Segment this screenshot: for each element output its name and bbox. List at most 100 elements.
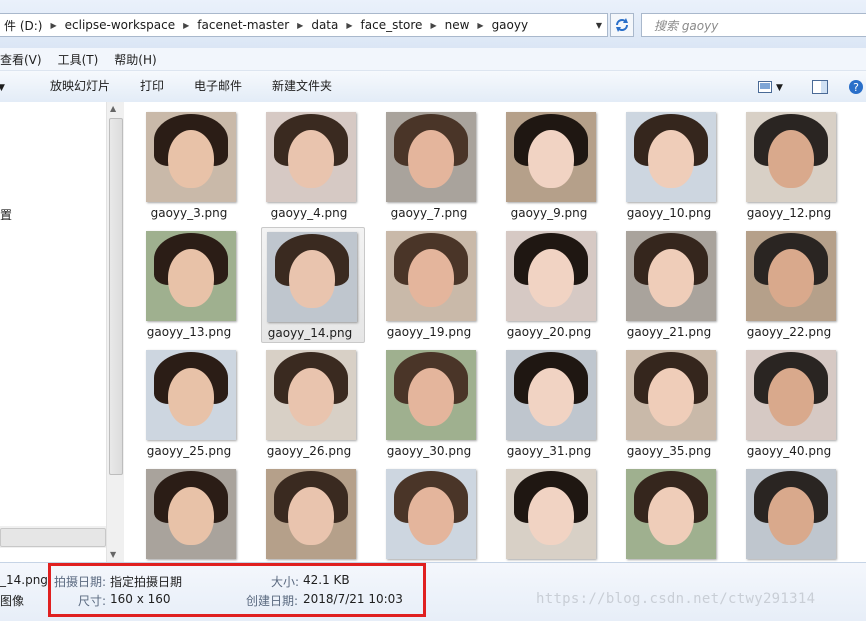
image-thumbnail — [506, 350, 596, 440]
change-view-button[interactable]: ▼ — [758, 71, 783, 102]
command-bar: ▼ 放映幻灯片 打印 电子邮件 新建文件夹 ▼ ? — [0, 71, 866, 103]
photo-face-shape — [768, 487, 814, 545]
file-item[interactable]: gaoyy_35.png — [610, 342, 716, 458]
file-item[interactable]: gaoyy_31.png — [490, 342, 596, 458]
file-name-label: gaoyy_21.png — [626, 325, 712, 339]
image-thumbnail — [626, 112, 716, 202]
chevron-right-icon[interactable]: ▶ — [426, 21, 440, 30]
image-thumbnail — [506, 469, 596, 559]
chevron-right-icon[interactable]: ▶ — [342, 21, 356, 30]
search-input[interactable]: 搜索 gaoyy — [641, 13, 866, 37]
file-item[interactable]: gaoyy_4.png — [250, 104, 356, 220]
scroll-thumb[interactable] — [0, 528, 106, 547]
photo-face-shape — [168, 368, 214, 426]
file-item[interactable]: gaoyy_10.png — [610, 104, 716, 220]
breadcrumb-new[interactable]: new — [441, 18, 474, 32]
file-item[interactable]: gaoyy_9.png — [490, 104, 596, 220]
image-thumbnail — [506, 231, 596, 321]
scroll-up-icon[interactable]: ▲ — [110, 104, 116, 113]
file-item[interactable]: gaoyy_14.png — [261, 227, 365, 343]
photo-face-shape — [648, 487, 694, 545]
file-name-label: gaoyy_10.png — [626, 206, 712, 220]
menu-tools[interactable]: 工具(T) — [50, 51, 107, 68]
breadcrumb-gaoyy[interactable]: gaoyy — [488, 18, 533, 32]
photo-face-shape — [768, 249, 814, 307]
file-item[interactable] — [250, 461, 356, 562]
file-item[interactable] — [730, 461, 836, 562]
file-item[interactable] — [130, 461, 236, 562]
file-item[interactable]: gaoyy_20.png — [490, 223, 596, 339]
file-item[interactable]: gaoyy_3.png — [130, 104, 236, 220]
file-item[interactable]: gaoyy_21.png — [610, 223, 716, 339]
photo-face-shape — [528, 368, 574, 426]
chevron-right-icon[interactable]: ▶ — [293, 21, 307, 30]
file-item[interactable] — [490, 461, 596, 562]
file-item[interactable] — [370, 461, 476, 562]
email-button[interactable]: 电子邮件 — [194, 71, 242, 102]
horizontal-scrollbar[interactable] — [0, 526, 106, 548]
image-thumbnail — [746, 231, 836, 321]
scroll-thumb[interactable] — [109, 118, 123, 475]
file-name-label: gaoyy_40.png — [746, 444, 832, 458]
image-thumbnail — [506, 112, 596, 202]
file-item[interactable]: gaoyy_30.png — [370, 342, 476, 458]
file-item[interactable]: gaoyy_25.png — [130, 342, 236, 458]
file-name-label: gaoyy_14.png — [267, 326, 353, 340]
file-item[interactable]: gaoyy_7.png — [370, 104, 476, 220]
image-thumbnail — [626, 469, 716, 559]
file-item[interactable]: gaoyy_26.png — [250, 342, 356, 458]
chevron-right-icon[interactable]: ▶ — [179, 21, 193, 30]
refresh-button[interactable] — [610, 13, 634, 37]
print-button[interactable]: 打印 — [140, 71, 164, 102]
photo-face-shape — [768, 130, 814, 188]
organize-dropdown[interactable]: ▼ — [0, 71, 5, 102]
file-item[interactable] — [610, 461, 716, 562]
new-folder-button[interactable]: 新建文件夹 — [272, 71, 332, 102]
vertical-scrollbar[interactable]: ▲ ▼ — [106, 102, 124, 562]
file-item[interactable]: gaoyy_19.png — [370, 223, 476, 339]
slideshow-button[interactable]: 放映幻灯片 — [50, 71, 110, 102]
file-name-label: gaoyy_12.png — [746, 206, 832, 220]
file-name-label: gaoyy_31.png — [506, 444, 592, 458]
file-name-label: gaoyy_26.png — [266, 444, 352, 458]
svg-text:?: ? — [853, 81, 859, 94]
menu-bar: 查看(V) 工具(T) 帮助(H) — [0, 48, 866, 71]
file-item[interactable]: gaoyy_13.png — [130, 223, 236, 339]
photo-face-shape — [648, 130, 694, 188]
chevron-down-icon[interactable]: ▼ — [591, 14, 607, 36]
help-button[interactable]: ? — [848, 71, 864, 102]
menu-view[interactable]: 查看(V) — [0, 51, 50, 68]
photo-face-shape — [768, 368, 814, 426]
image-thumbnail — [386, 350, 476, 440]
breadcrumb-drive[interactable]: 件 (D:) — [0, 17, 46, 34]
breadcrumb-data[interactable]: data — [307, 18, 342, 32]
photo-face-shape — [528, 487, 574, 545]
photo-face-shape — [408, 368, 454, 426]
image-thumbnail — [386, 231, 476, 321]
file-item[interactable]: gaoyy_12.png — [730, 104, 836, 220]
file-item[interactable]: gaoyy_40.png — [730, 342, 836, 458]
preview-pane-button[interactable] — [812, 71, 828, 102]
menu-help[interactable]: 帮助(H) — [106, 51, 164, 68]
photo-face-shape — [528, 130, 574, 188]
file-name-label: gaoyy_3.png — [150, 206, 228, 220]
image-thumbnail — [266, 469, 356, 559]
photo-face-shape — [168, 487, 214, 545]
chevron-right-icon[interactable]: ▶ — [46, 21, 60, 30]
image-thumbnail — [266, 350, 356, 440]
chevron-right-icon[interactable]: ▶ — [473, 21, 487, 30]
breadcrumb-facenet-master[interactable]: facenet-master — [193, 18, 293, 32]
scroll-down-icon[interactable]: ▼ — [110, 550, 116, 559]
breadcrumb-eclipse-workspace[interactable]: eclipse-workspace — [61, 18, 179, 32]
image-thumbnail — [626, 350, 716, 440]
photo-face-shape — [288, 487, 334, 545]
photo-face-shape — [168, 249, 214, 307]
breadcrumb-face-store[interactable]: face_store — [357, 18, 427, 32]
address-bar[interactable]: 件 (D:) ▶ eclipse-workspace ▶ facenet-mas… — [0, 13, 608, 37]
file-item[interactable]: gaoyy_22.png — [730, 223, 836, 339]
photo-face-shape — [408, 249, 454, 307]
search-placeholder: 搜索 gaoyy — [654, 18, 719, 33]
nav-item[interactable]: 置 — [0, 206, 12, 223]
file-name-label: gaoyy_25.png — [146, 444, 232, 458]
file-name-label: gaoyy_30.png — [386, 444, 472, 458]
